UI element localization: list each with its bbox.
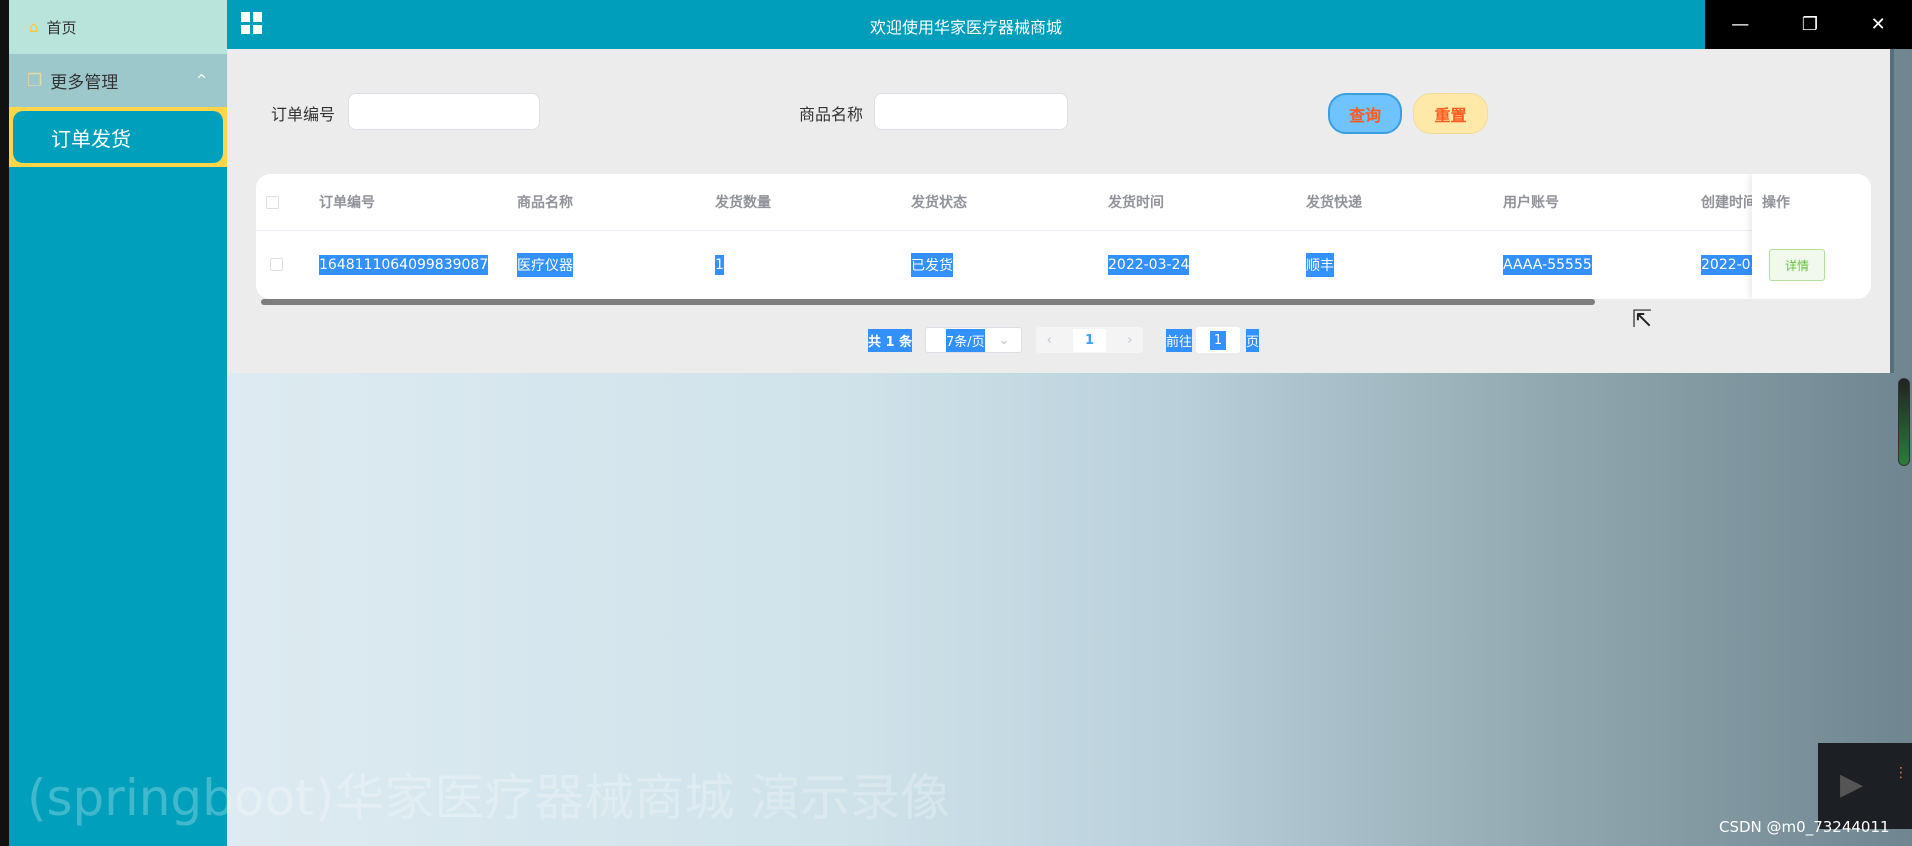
table-cell: 顺丰 [1306, 230, 1334, 299]
column-header: 发货状态 [911, 195, 967, 211]
page-number[interactable]: 1 [1072, 328, 1106, 352]
query-button[interactable]: 查询 [1328, 93, 1402, 134]
select-all-checkbox[interactable] [266, 174, 279, 230]
next-page-button[interactable]: › [1127, 333, 1132, 348]
sidebar-item-label: 首页 [46, 18, 77, 37]
page-suffix: 页 [1246, 328, 1260, 352]
table-cell: AAAA-55555 [1503, 230, 1592, 299]
restore-icon[interactable]: ❐ [1802, 14, 1818, 35]
sidebar-item-label: 更多管理 [50, 73, 119, 93]
goto-page-input[interactable]: 1 [1196, 327, 1240, 353]
top-header: 欢迎使用华家医疗器械商城 [227, 0, 1705, 49]
more-icon[interactable]: ⋮ [1894, 765, 1908, 781]
product-name: 医疗仪器 [517, 252, 573, 277]
column-header: 创建时间 [1701, 195, 1757, 211]
product-name-label: 商品名称 [799, 105, 864, 124]
table-cell: 2022-03 [1701, 230, 1760, 299]
row-checkbox[interactable] [270, 230, 283, 299]
total-count: 共 1 条 [868, 328, 913, 352]
orders-table: 订单编号 商品名称 发货数量 发货状态 发货时间 发货快递 用户账号 创建时间 … [256, 174, 1871, 299]
product-name-input[interactable] [874, 93, 1068, 130]
order-number-label: 订单编号 [271, 105, 336, 124]
home-icon: ⌂ [29, 18, 39, 36]
table-cell: 1648111064099839087 [319, 230, 489, 299]
page-size-select[interactable]: 7条/页 ⌄ [925, 327, 1022, 353]
horizontal-scrollbar[interactable] [261, 299, 1595, 305]
goto-label: 前往 [1166, 328, 1193, 352]
video-watermark: (springboot)华家医疗器械商城 演示录像 [27, 769, 951, 827]
sidebar-item-home[interactable]: ⌂ 首页 [9, 0, 227, 54]
column-header: 商品名称 [517, 195, 573, 211]
row-divider [256, 230, 1871, 231]
order-number-input[interactable] [348, 93, 540, 130]
divider [1890, 49, 1894, 373]
chevron-down-icon: ⌄ [998, 332, 1010, 348]
ship-time: 2022-03-24 [1108, 254, 1190, 275]
pager: ‹ 1 › [1036, 327, 1143, 353]
prev-page-button[interactable]: ‹ [1047, 333, 1052, 348]
details-button[interactable]: 详情 [1769, 249, 1825, 281]
window-controls: — ❐ ✕ [1705, 0, 1912, 49]
minimize-icon[interactable]: — [1731, 14, 1749, 35]
user-account: AAAA-55555 [1503, 254, 1592, 275]
column-header: 操作 [1762, 195, 1790, 211]
goto-value: 1 [1209, 330, 1227, 350]
page-title: 欢迎使用华家医疗器械商城 [869, 18, 1062, 37]
sidebar-item-label: 订单发货 [13, 111, 223, 163]
chevron-up-icon: ^ [196, 73, 207, 88]
mouse-cursor-icon: ⇱ [1632, 305, 1653, 333]
column-header: 发货数量 [715, 195, 771, 211]
play-icon: ▶ [1840, 767, 1864, 802]
volume-meter [1898, 378, 1910, 466]
close-icon[interactable]: ✕ [1871, 14, 1886, 35]
column-header: 发货时间 [1108, 195, 1164, 211]
table-cell: 1 [715, 230, 724, 299]
sidebar-item-order-shipping[interactable]: 订单发货 [9, 107, 227, 167]
page-size-value: 7条/页 [946, 328, 985, 352]
sidebar-item-more-management[interactable]: ❐ 更多管理 ^ [9, 54, 227, 107]
order-number: 1648111064099839087 [319, 254, 489, 275]
column-header: 订单编号 [319, 195, 375, 211]
courier: 顺丰 [1306, 252, 1334, 277]
screen-edge [0, 0, 9, 846]
fixed-action-column: 操作 详情 [1752, 174, 1871, 299]
table-cell: 2022-03-24 [1108, 230, 1190, 299]
column-header: 发货快递 [1306, 195, 1362, 211]
quantity: 1 [715, 254, 724, 275]
table-cell: 已发货 [911, 230, 953, 299]
create-time: 2022-03 [1701, 254, 1760, 275]
status: 已发货 [911, 252, 953, 277]
reset-button[interactable]: 重置 [1413, 93, 1488, 134]
table-cell: 医疗仪器 [517, 230, 573, 299]
csdn-watermark: CSDN @m0_73244011 [1719, 818, 1890, 836]
sidebar: ⌂ 首页 ❐ 更多管理 ^ 订单发货 [9, 0, 227, 846]
video-player-widget[interactable]: ▶ ⋮ [1818, 743, 1912, 829]
column-header: 用户账号 [1503, 195, 1559, 211]
copy-icon: ❐ [27, 70, 43, 91]
